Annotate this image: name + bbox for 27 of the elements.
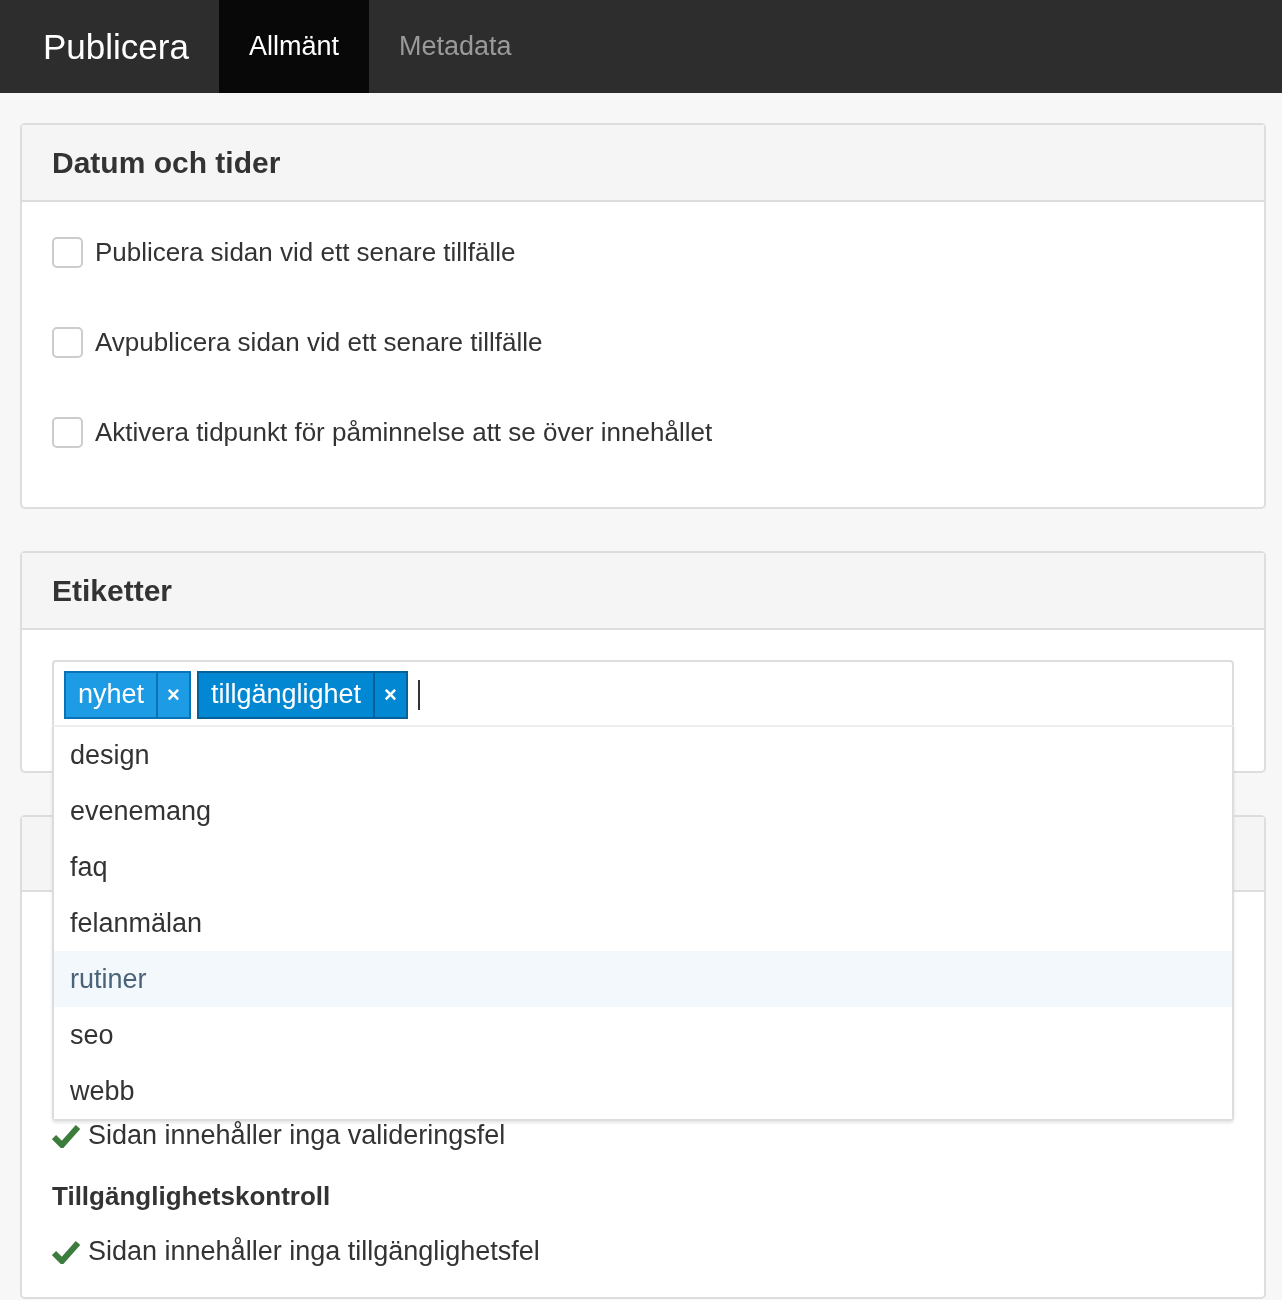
panel-title: Etiketter (52, 573, 173, 608)
app-title: Publicera (43, 25, 189, 68)
suggestion-item[interactable]: rutiner (54, 951, 1232, 1007)
tag-label: tillgänglighet (209, 678, 363, 711)
nav-tab[interactable]: Metadata (368, 0, 542, 93)
tag-remove-button[interactable]: × (373, 672, 406, 717)
suggestion-item[interactable]: evenemang (54, 783, 1232, 839)
checkbox-label: Publicera sidan vid ett senare tillfälle (95, 236, 516, 268)
checkbox-label: Avpublicera sidan vid ett senare tillfälle (95, 326, 543, 358)
suggestion-item[interactable]: design (54, 727, 1232, 783)
suggestion-item[interactable]: seo (54, 1007, 1232, 1063)
checkbox[interactable] (52, 236, 83, 268)
suggestion-item[interactable]: webb (54, 1063, 1232, 1119)
suggestion-item[interactable]: faq (54, 839, 1232, 895)
tag-label: nyhet (77, 678, 146, 711)
text-cursor (417, 679, 420, 710)
panel-title: Datum och tider (52, 145, 281, 180)
checkbox[interactable] (52, 326, 83, 358)
checkmark-icon (52, 1239, 80, 1264)
status-message: Sidan innehåller inga valideringsfel (88, 1120, 506, 1151)
status-message: Sidan innehåller inga tillgänglighetsfel (88, 1236, 540, 1267)
checkmark-icon (52, 1123, 80, 1148)
suggestion-item[interactable]: felanmälan (54, 895, 1232, 951)
section-title: Tillgänglighetskontroll (52, 1181, 332, 1212)
nav-tab[interactable]: Allmänt (218, 0, 369, 93)
checkbox-label: Aktivera tidpunkt för påminnelse att se över innehållet (95, 416, 713, 448)
checkbox[interactable] (52, 416, 83, 448)
